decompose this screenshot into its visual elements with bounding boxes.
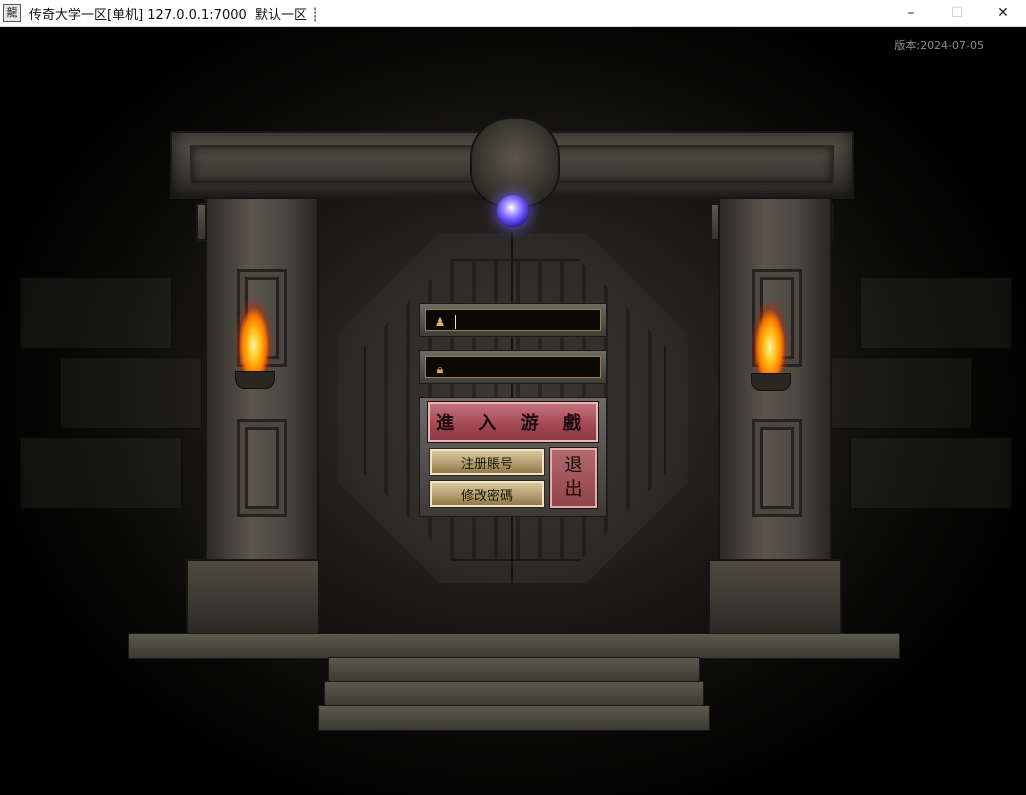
stair-step: [324, 681, 704, 707]
change-password-button[interactable]: 修改密碼: [429, 480, 545, 508]
password-field: 🔒︎: [419, 350, 607, 384]
lock-icon: 🔒︎: [436, 362, 444, 376]
password-input[interactable]: [452, 359, 597, 377]
demon-head-carving: [470, 117, 560, 207]
window-controls: – ☐ ✕: [888, 0, 1026, 26]
stair-step: [128, 633, 900, 659]
user-icon: ♟: [434, 315, 446, 329]
stone-stairs: [128, 623, 900, 733]
close-button[interactable]: ✕: [980, 0, 1026, 26]
wall-brick: [860, 277, 1012, 349]
register-account-button[interactable]: 注册賬号: [429, 448, 545, 476]
wall-brick: [830, 357, 972, 429]
wall-brick: [20, 437, 182, 509]
minimize-button[interactable]: –: [888, 0, 934, 26]
wall-brick: [20, 277, 172, 349]
window-title-bar[interactable]: 龍 传奇大学一区[单机] 127.0.0.1:7000 默认一区 ┊ – ☐ ✕: [0, 0, 1026, 27]
exit-label-bottom: 出: [564, 479, 583, 500]
stair-step: [328, 657, 700, 683]
password-input-box[interactable]: 🔒︎: [425, 356, 601, 378]
maximize-button[interactable]: ☐: [934, 0, 980, 26]
exit-label-top: 退: [564, 455, 583, 476]
enter-game-button[interactable]: 進 入 游 戲: [427, 401, 599, 443]
username-input[interactable]: [452, 312, 597, 330]
wall-brick: [850, 437, 1012, 509]
username-field: ♟: [419, 303, 607, 337]
version-label: 版本:2024-07-05: [894, 39, 984, 52]
app-icon[interactable]: 龍: [3, 4, 21, 22]
window-title: 传奇大学一区[单机] 127.0.0.1:7000 默认一区 ┊: [29, 7, 319, 23]
pillar-panel: [237, 419, 287, 517]
wall-brick: [60, 357, 202, 429]
exit-button[interactable]: 退 出: [549, 447, 598, 509]
torch-holder: [235, 371, 275, 389]
stair-step: [318, 705, 710, 731]
username-input-box[interactable]: ♟: [425, 309, 601, 331]
pillar-panel: [752, 419, 802, 517]
torch-holder: [751, 373, 791, 391]
magic-orb-icon: [497, 195, 529, 227]
